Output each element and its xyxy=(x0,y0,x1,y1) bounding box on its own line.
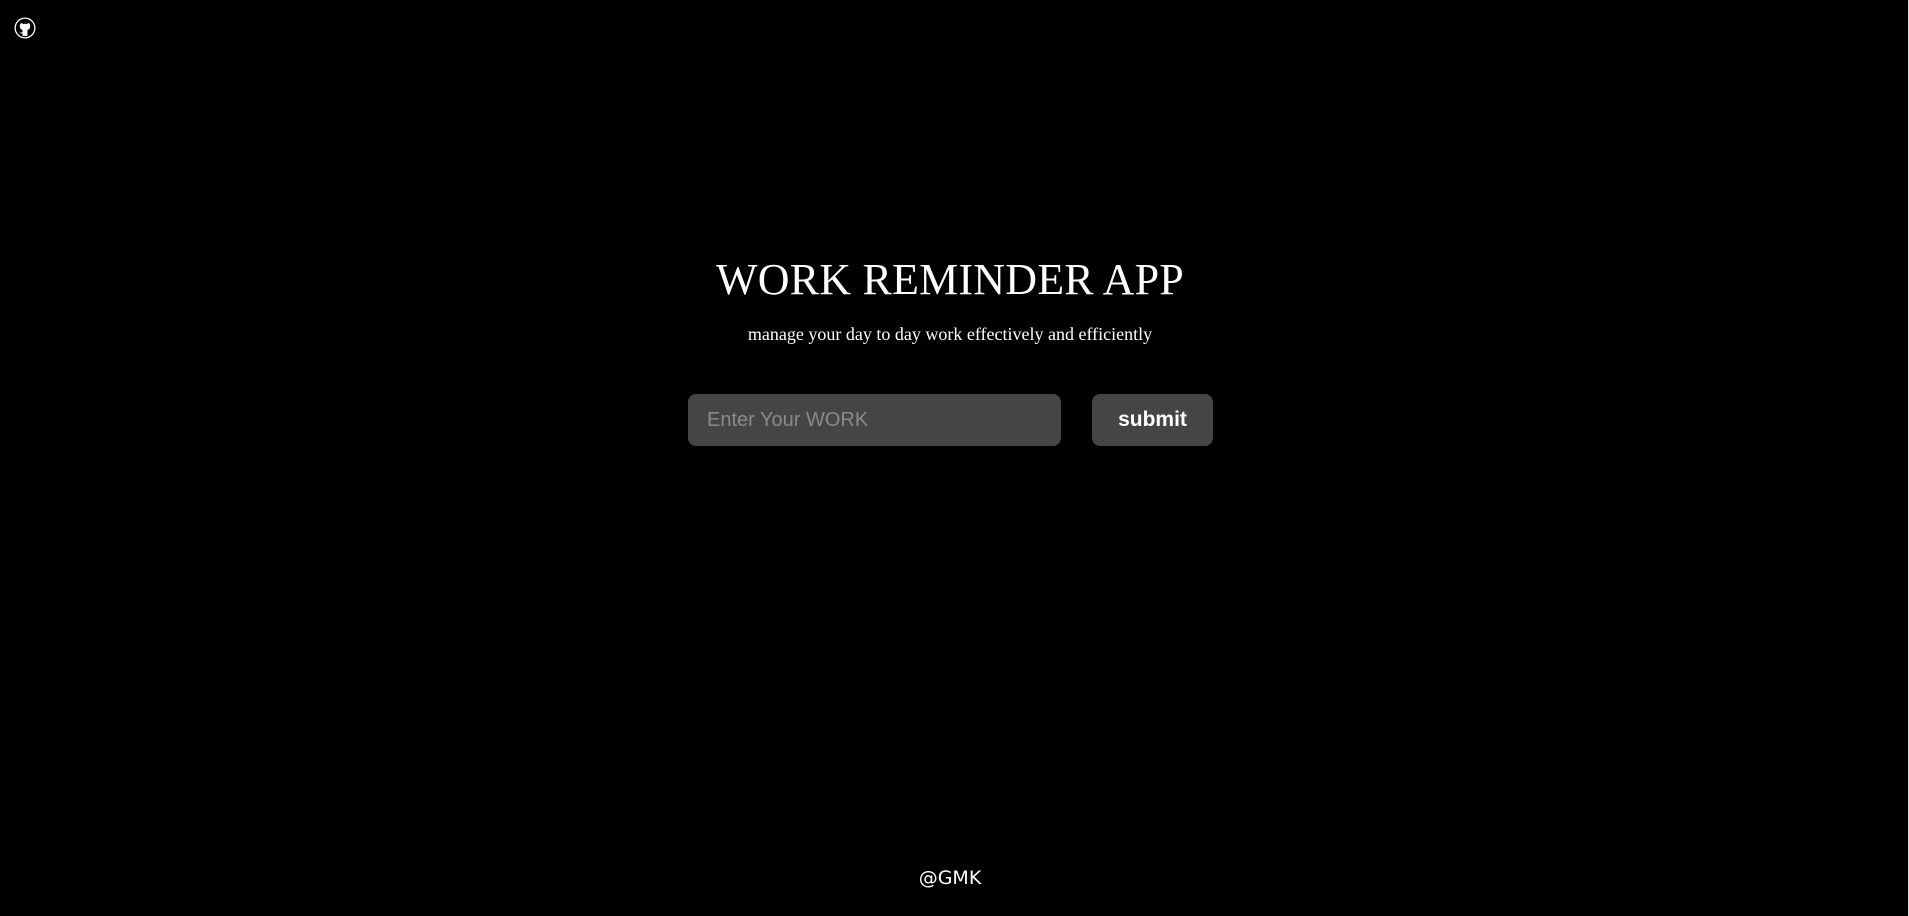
footer-credit: @GMK xyxy=(918,867,982,889)
work-input[interactable] xyxy=(688,394,1061,446)
github-icon xyxy=(14,17,36,39)
page-subtitle: manage your day to day work effectively … xyxy=(747,324,1153,344)
github-link[interactable] xyxy=(14,17,36,39)
page: WORK REMINDER APP manage your day to day… xyxy=(0,0,1909,916)
page-title: WORK REMINDER APP xyxy=(716,255,1184,304)
submit-button[interactable]: submit xyxy=(1092,394,1213,446)
